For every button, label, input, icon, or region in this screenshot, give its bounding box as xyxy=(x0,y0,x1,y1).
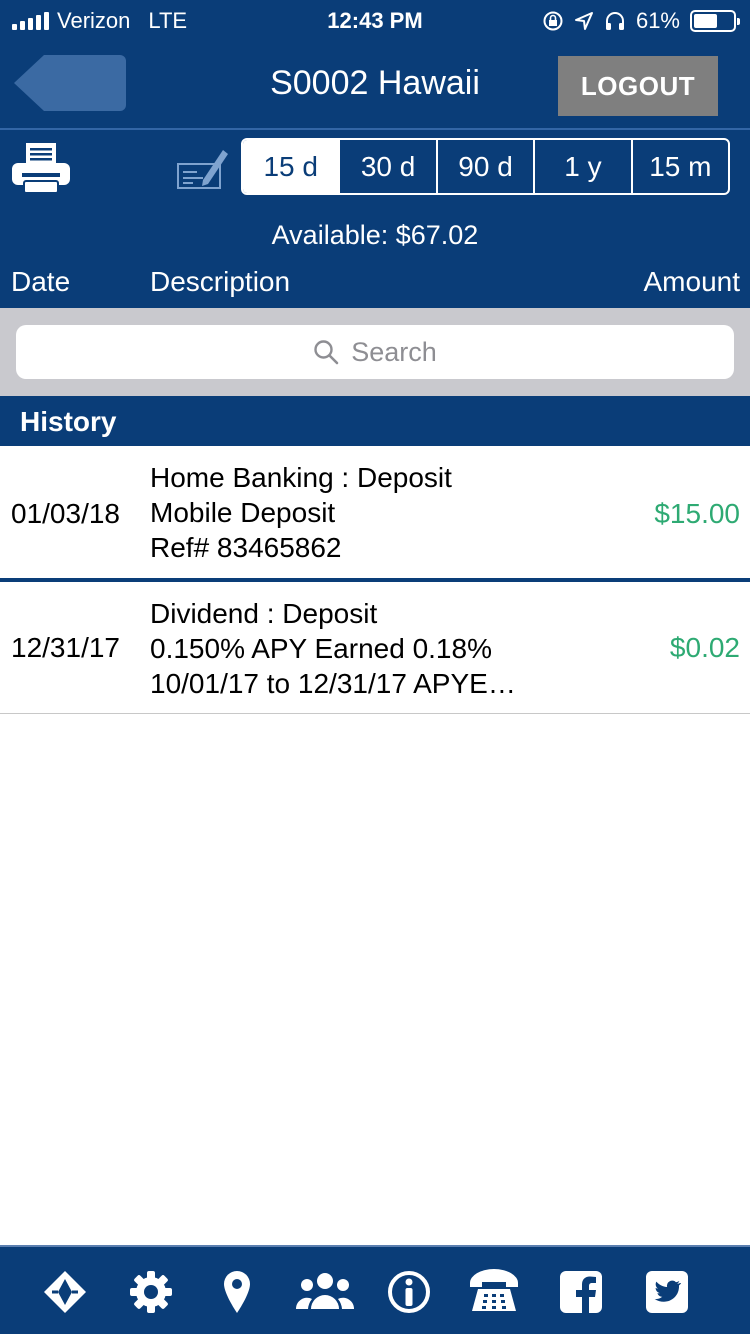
transaction-row[interactable]: 12/31/17 Dividend : Deposit 0.150% APY E… xyxy=(0,582,750,713)
bottom-tab-bar xyxy=(0,1245,750,1334)
status-bar: Verizon LTE 12:43 PM 61% xyxy=(0,0,750,40)
range-30-days[interactable]: 30 d xyxy=(338,140,435,193)
transaction-row[interactable]: 01/03/18 Home Banking : Deposit Mobile D… xyxy=(0,446,750,578)
search-bar: Search xyxy=(0,308,750,396)
phone-icon[interactable] xyxy=(466,1269,522,1315)
transaction-description-line: Home Banking : Deposit xyxy=(150,462,452,493)
range-15-months[interactable]: 15 m xyxy=(630,140,728,193)
people-icon[interactable] xyxy=(296,1269,354,1315)
gear-icon[interactable] xyxy=(128,1269,174,1315)
transaction-description: Dividend : Deposit 0.150% APY Earned 0.1… xyxy=(150,596,516,701)
twitter-icon[interactable] xyxy=(644,1269,690,1315)
printer-icon[interactable] xyxy=(12,143,70,193)
info-icon[interactable] xyxy=(386,1269,432,1315)
header-area: Verizon LTE 12:43 PM 61% S0002 Hawaii LO… xyxy=(0,0,750,308)
range-1-year[interactable]: 1 y xyxy=(533,140,630,193)
column-header-description: Description xyxy=(150,266,291,297)
available-balance: Available: $67.02 xyxy=(271,220,479,250)
column-header-date: Date xyxy=(11,266,71,297)
battery-percent: 61% xyxy=(635,8,680,33)
battery-level-fill xyxy=(694,14,718,28)
battery-icon xyxy=(690,10,740,32)
range-90-days[interactable]: 90 d xyxy=(435,140,533,193)
facebook-icon[interactable] xyxy=(558,1269,604,1315)
logout-button[interactable]: LOGOUT xyxy=(558,56,718,116)
row-divider xyxy=(0,713,750,714)
transaction-description-line: 0.150% APY Earned 0.18% xyxy=(150,633,492,664)
transaction-description-line: Dividend : Deposit xyxy=(150,598,378,629)
check-deposit-icon[interactable] xyxy=(177,146,229,190)
column-header-amount: Amount xyxy=(643,266,741,297)
transaction-amount: $15.00 xyxy=(654,498,740,529)
rotation-lock-icon xyxy=(543,11,563,31)
search-icon xyxy=(314,340,339,365)
transaction-amount: $0.02 xyxy=(669,632,740,663)
date-range-selector: 15 d 30 d 90 d 1 y 15 m xyxy=(241,138,730,195)
transaction-description-line: Ref# 83465862 xyxy=(150,532,342,563)
transaction-date: 01/03/18 xyxy=(11,498,120,529)
header-divider xyxy=(0,128,750,130)
headphones-icon xyxy=(605,12,624,30)
range-15-days[interactable]: 15 d xyxy=(243,140,339,193)
search-input[interactable]: Search xyxy=(16,325,734,379)
search-placeholder: Search xyxy=(351,336,437,367)
location-arrow-icon xyxy=(574,12,593,30)
transaction-description: Home Banking : Deposit Mobile Deposit Re… xyxy=(150,460,452,565)
transaction-description-line: 10/01/17 to 12/31/17 APYE… xyxy=(150,668,516,699)
section-header-history: History xyxy=(0,396,750,446)
transaction-description-line: Mobile Deposit xyxy=(150,497,336,528)
transaction-date: 12/31/17 xyxy=(11,632,120,663)
location-pin-icon[interactable] xyxy=(214,1269,260,1315)
diamond-logo-icon[interactable] xyxy=(42,1269,88,1315)
